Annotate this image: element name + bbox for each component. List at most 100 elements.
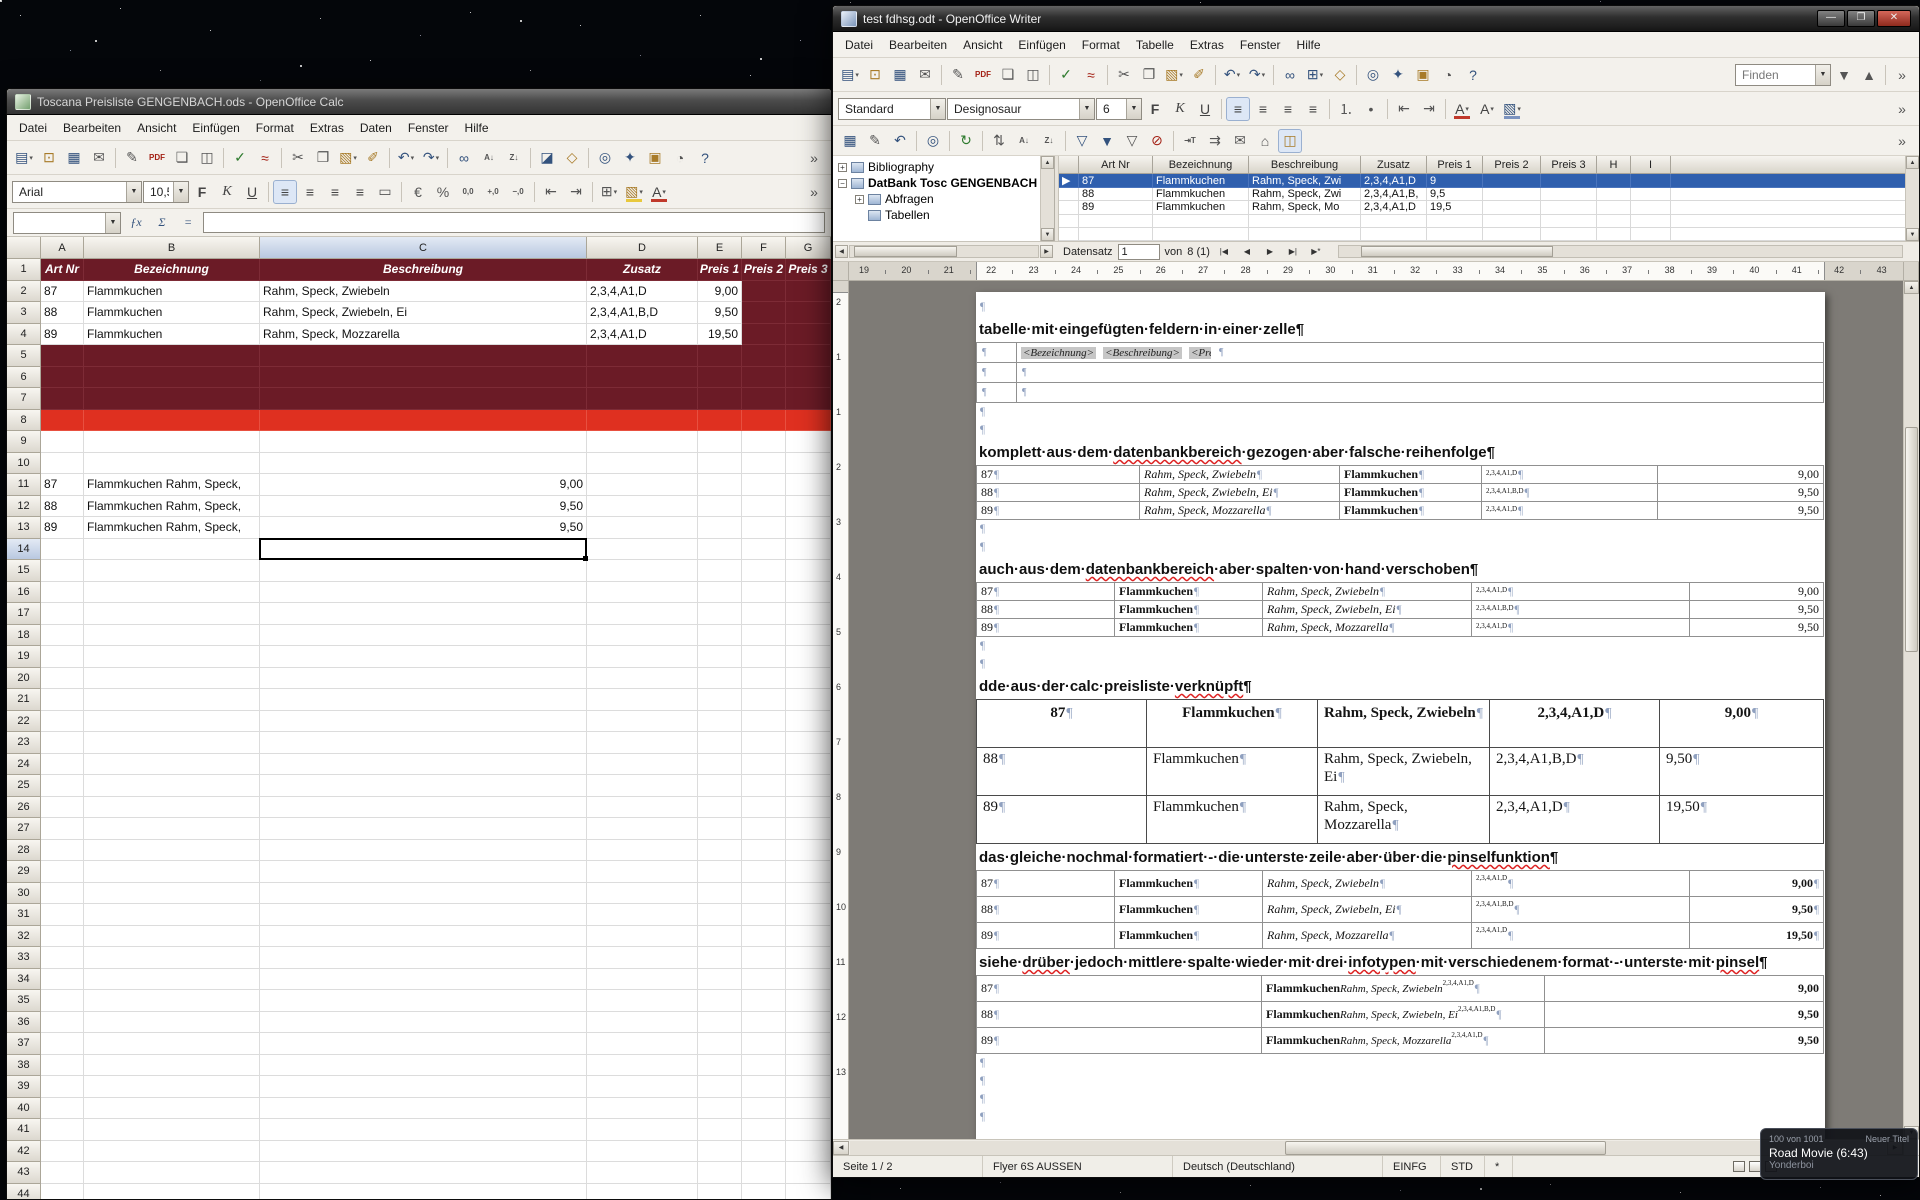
calc-cell-B24[interactable] [84,754,260,776]
calc-cell-B41[interactable] [84,1119,260,1141]
document-table[interactable]: 87¶Flammkuchen¶Rahm, Speck, Zwiebeln ¶2,… [976,870,1824,949]
calc-cell-A25[interactable] [41,775,84,797]
ds-row-2[interactable]: 88FlammkuchenRahm, Speck, Zwi2,3,4,A1,B,… [1059,188,1905,201]
calc-cell-G4[interactable] [786,324,831,346]
doc-table-cell[interactable]: Rahm, Speck, Zwiebeln ¶ [1263,871,1472,897]
writer-font-size-combo[interactable]: 6 ▼ [1096,98,1142,120]
calc-name-box[interactable]: ▼ [13,212,121,234]
doc-table-cell[interactable]: 89¶ [977,1028,1262,1054]
ds-cell-r1-c9[interactable] [1631,174,1671,188]
document-heading[interactable]: auch·aus·dem·datenbankbereich·aber·spalt… [979,561,1825,578]
calc-row-header-29[interactable]: 29 [7,861,41,883]
calc-cell-G15[interactable] [786,560,831,582]
explorer-on-off-icon[interactable]: ◫ [1278,129,1302,153]
italic-icon[interactable]: K [1168,97,1192,121]
scrollbar-thumb[interactable] [1285,1141,1606,1155]
doc-table-cell[interactable]: 9,00 [1690,583,1824,601]
find-next-icon[interactable]: ▼ [1832,63,1856,87]
ds-cell-r2-c3[interactable]: Rahm, Speck, Zwi [1249,188,1361,201]
doc-table-cell[interactable]: 9,50 [1545,1002,1824,1028]
calc-row-header-19[interactable]: 19 [7,646,41,668]
ds-cell-r1-c3[interactable]: Rahm, Speck, Zwi [1249,174,1361,188]
doc-table-cell[interactable]: 2,3,4,A1,D¶ [1472,619,1690,637]
status-insert-mode[interactable]: EINFG [1383,1156,1441,1177]
calc-row-header-37[interactable]: 37 [7,1033,41,1055]
formula-icon[interactable]: = [177,213,199,233]
calc-cell-A8[interactable] [41,410,84,432]
navigator-icon[interactable]: ✦ [1386,63,1410,87]
ds-cell-r3-c8[interactable] [1597,201,1631,214]
new-document-icon[interactable]: ▤▾ [838,63,862,87]
calc-cell-E18[interactable] [698,625,742,647]
ds-cell-r4-c4[interactable] [1361,215,1427,228]
calc-cell-D29[interactable] [587,861,698,883]
minimize-button[interactable]: — [1817,10,1845,27]
doc-table-cell[interactable]: ¶ [1017,383,1824,403]
bold-icon[interactable]: F [1143,97,1167,121]
ds-row-selector[interactable]: ▶ [1059,174,1079,188]
copy-icon[interactable]: ❐ [1137,63,1161,87]
calc-cell-B9[interactable] [84,431,260,453]
calc-cell-G24[interactable] [786,754,831,776]
writer-font-name-combo[interactable]: Designosaur ▼ [947,98,1095,120]
calc-cell-D33[interactable] [587,947,698,969]
new-record-icon[interactable]: ▶* [1307,244,1325,260]
calc-cell-A42[interactable] [41,1141,84,1163]
calc-cell-F23[interactable] [742,732,786,754]
calc-cell-B33[interactable] [84,947,260,969]
calc-cell-F10[interactable] [742,453,786,475]
underline-icon[interactable]: U [240,180,264,204]
ds-cell-r4-c9[interactable] [1631,215,1671,228]
calc-cell-F14[interactable] [742,539,786,561]
doc-table-cell[interactable]: Rahm, Speck, Zwiebeln ¶ [1140,466,1340,484]
calc-cell-C17[interactable] [260,603,587,625]
calc-cell-B11[interactable]: Flammkuchen Rahm, Speck, [84,474,260,496]
calc-row-header-35[interactable]: 35 [7,990,41,1012]
calc-cell-A24[interactable] [41,754,84,776]
calc-cell-F29[interactable] [742,861,786,883]
doc-table-cell[interactable]: Flammkuchen¶ [1340,502,1482,520]
calc-cell-E44[interactable] [698,1184,742,1200]
calc-row-header-40[interactable]: 40 [7,1098,41,1120]
calc-cell-A33[interactable] [41,947,84,969]
edit-data-icon[interactable]: ✎ [863,129,887,153]
calc-cell-A4[interactable]: 89 [41,324,84,346]
calc-cell-F41[interactable] [742,1119,786,1141]
ds-cell-r3-c6[interactable] [1483,201,1541,214]
calc-cell-B42[interactable] [84,1141,260,1163]
calc-cell-G33[interactable] [786,947,831,969]
print-icon[interactable]: ❏ [996,63,1020,87]
calc-cell-B37[interactable] [84,1033,260,1055]
document-as-email-icon[interactable]: ✉ [913,63,937,87]
calc-cell-B29[interactable] [84,861,260,883]
calc-row-header-39[interactable]: 39 [7,1076,41,1098]
justify-icon[interactable]: ≡ [348,180,372,204]
ds-cell-r4-c7[interactable] [1541,215,1597,228]
chevron-down-icon[interactable]: ▼ [1079,99,1094,119]
document-table[interactable]: ¶<Bezeichnung><Beschreibung><Preis 1>¶¶¶… [976,342,1824,403]
calc-row-header-44[interactable]: 44 [7,1184,41,1200]
align-center-icon[interactable]: ≡ [298,180,322,204]
calc-cell-B35[interactable] [84,990,260,1012]
calc-cell-F22[interactable] [742,711,786,733]
calc-cell-E4[interactable]: 19,50 [698,324,742,346]
next-record-icon[interactable]: ▶ [1261,244,1279,260]
calc-cell-E43[interactable] [698,1162,742,1184]
scroll-up-icon[interactable]: ▲ [1041,156,1054,169]
calc-cell-G16[interactable] [786,582,831,604]
doc-table-cell[interactable]: ¶ [1017,363,1824,383]
calc-cell-F2[interactable] [742,281,786,303]
calc-cell-F18[interactable] [742,625,786,647]
empty-paragraph[interactable]: ¶ [976,1054,1825,1072]
calc-row-header-18[interactable]: 18 [7,625,41,647]
chevron-down-icon[interactable]: ▼ [1815,65,1830,85]
help-icon[interactable]: ? [693,146,717,170]
calc-cell-F28[interactable] [742,840,786,862]
calc-cell-F11[interactable] [742,474,786,496]
ds-cell-r5-c6[interactable] [1483,228,1541,241]
calc-cell-A28[interactable] [41,840,84,862]
calc-row-header-16[interactable]: 16 [7,582,41,604]
calc-cell-A7[interactable] [41,388,84,410]
calc-titlebar[interactable]: Toscana Preisliste GENGENBACH.ods - Open… [7,89,831,115]
calc-row-header-30[interactable]: 30 [7,883,41,905]
